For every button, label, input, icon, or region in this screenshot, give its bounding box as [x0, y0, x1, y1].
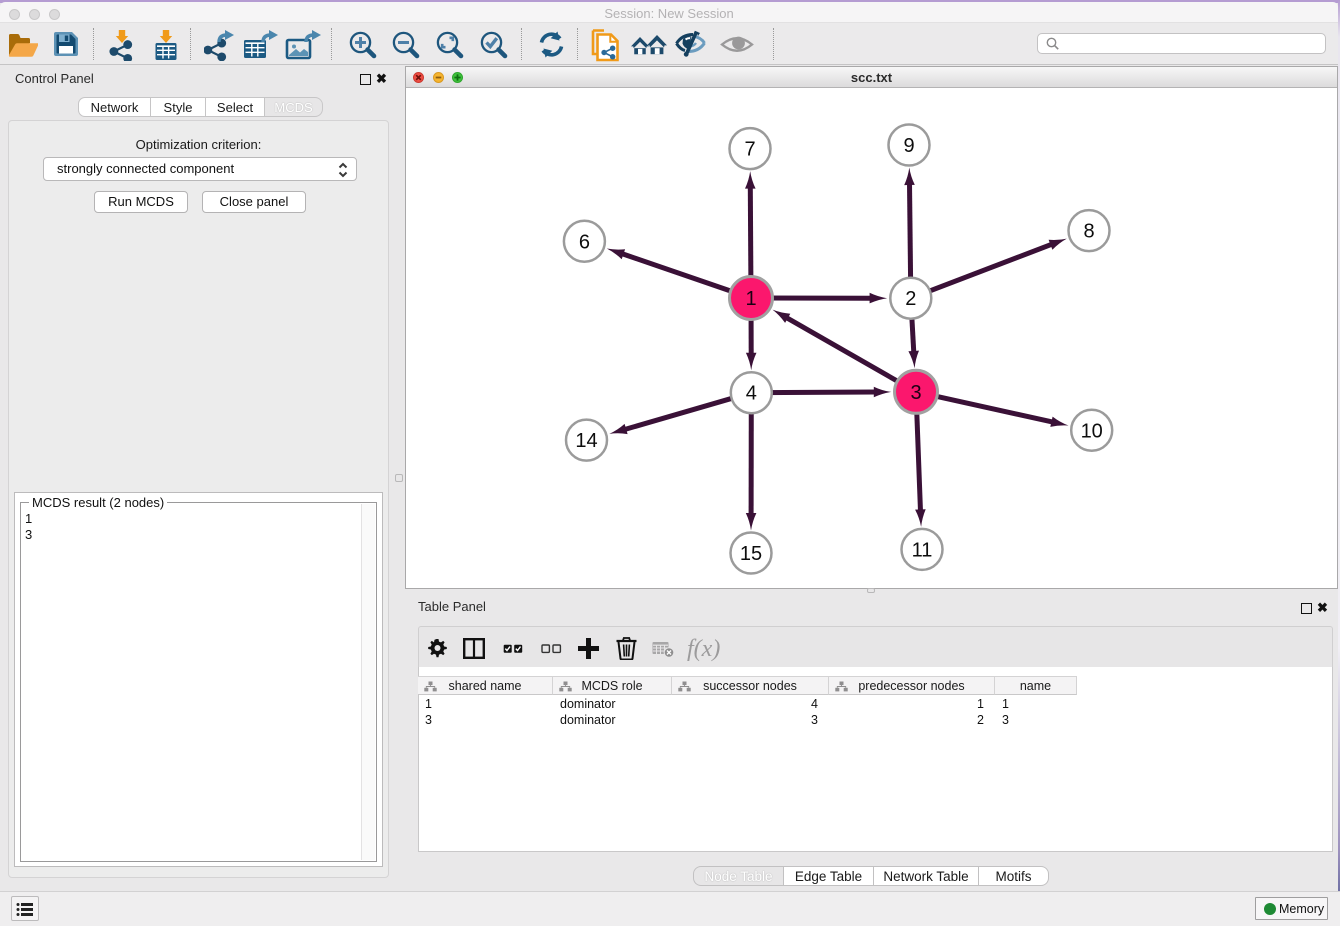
svg-text:11: 11 — [912, 539, 933, 561]
svg-text:10: 10 — [1081, 420, 1103, 442]
svg-text:7: 7 — [744, 139, 755, 161]
svg-text:15: 15 — [740, 543, 762, 565]
svg-text:8: 8 — [1083, 221, 1094, 243]
svg-text:6: 6 — [579, 231, 590, 253]
svg-text:3: 3 — [910, 382, 921, 404]
svg-text:9: 9 — [903, 135, 914, 157]
svg-text:14: 14 — [575, 430, 597, 452]
svg-text:4: 4 — [746, 383, 757, 405]
svg-text:1: 1 — [745, 288, 756, 310]
svg-text:2: 2 — [905, 288, 916, 310]
